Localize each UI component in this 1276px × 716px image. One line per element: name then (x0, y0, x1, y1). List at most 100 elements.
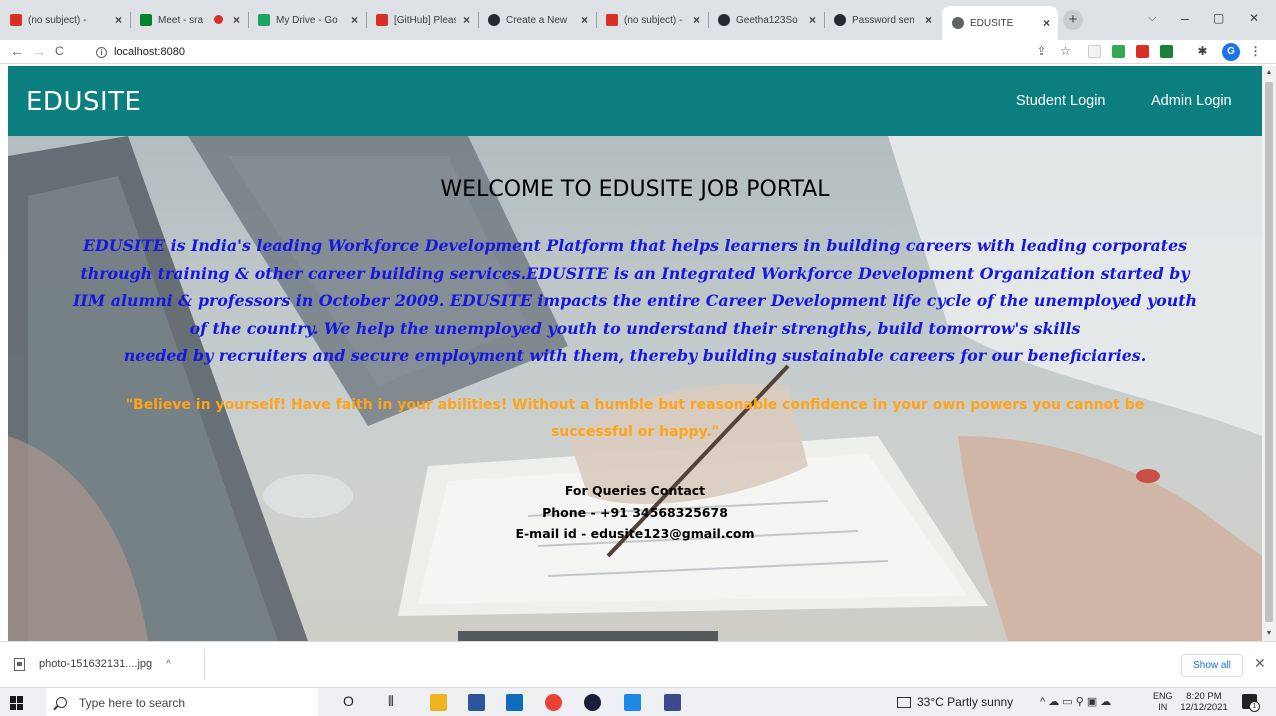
file-explorer-icon[interactable] (430, 694, 447, 711)
maximize-button[interactable]: ▢ (1213, 11, 1224, 25)
windows-taskbar: Type here to search O ⫴ 33°C Partly sunn… (0, 687, 1276, 716)
gmail-icon (10, 14, 22, 26)
about-line: of the country. We help the unemployed y… (189, 318, 1081, 338)
chrome-icon[interactable] (545, 694, 562, 711)
bookmark-star-icon[interactable]: ☆ (1058, 44, 1073, 59)
student-login-link[interactable]: Student Login (1016, 93, 1106, 109)
close-icon[interactable]: × (233, 13, 240, 27)
close-icon[interactable]: × (581, 13, 588, 27)
language-code: ENG (1153, 691, 1173, 701)
page-scrollbar[interactable]: ▲ ▼ (1262, 66, 1276, 641)
region-code: IN (1158, 702, 1168, 712)
browser-tab-5[interactable]: Create a New × (478, 8, 596, 32)
reload-button[interactable]: C (55, 44, 64, 58)
browser-tab-8[interactable]: Password sent × (824, 8, 940, 32)
gmail-icon (606, 14, 618, 26)
new-tab-button[interactable]: + (1063, 10, 1083, 30)
task-view-icon[interactable]: ⫴ (388, 693, 394, 710)
show-all-button[interactable]: Show all (1181, 654, 1243, 677)
browser-tab-2[interactable]: Meet - sra × (130, 8, 248, 32)
scroll-thumb[interactable] (1265, 82, 1273, 622)
browser-tab-active[interactable]: EDUSITE × (942, 6, 1058, 40)
menu-icon[interactable]: ⋮ (1248, 44, 1263, 59)
download-bar: photo-151632131....jpg ^ Show all ✕ (0, 641, 1276, 687)
app-icon[interactable] (584, 694, 601, 711)
office-desk-background-image (8, 136, 1262, 641)
admin-login-link[interactable]: Admin Login (1151, 93, 1232, 109)
share-icon[interactable]: ⇪ (1034, 44, 1049, 59)
language-indicator[interactable]: ENG IN (1153, 691, 1173, 713)
browser-tab-3[interactable]: My Drive - Go × (248, 8, 366, 32)
gmail-icon (376, 14, 388, 26)
download-item[interactable]: photo-151632131....jpg ^ (14, 652, 171, 676)
scroll-down-icon[interactable]: ▼ (1262, 627, 1276, 641)
motivational-quote: "Believe in yourself! Have faith in your… (8, 392, 1262, 446)
contact-email: E-mail id - edusite123@gmail.com (515, 526, 755, 541)
notification-badge: 1 (1249, 701, 1260, 712)
about-paragraph: EDUSITE is India's leading Workforce Dev… (8, 232, 1262, 370)
meet-icon (140, 14, 152, 26)
close-icon[interactable]: × (351, 13, 358, 27)
download-file-name[interactable]: photo-151632131....jpg (39, 658, 152, 670)
site-navbar: EDUSITE Student Login Admin Login (8, 66, 1262, 136)
browser-tab-6[interactable]: (no subject) - × (596, 8, 708, 32)
contact-block: For Queries Contact Phone - +91 34568325… (8, 480, 1262, 545)
taskbar-search-box[interactable]: Type here to search (46, 688, 318, 716)
store-icon[interactable] (468, 694, 485, 711)
browser-tab-7[interactable]: Geetha123Son × (708, 8, 824, 32)
contact-phone: Phone - +91 34568325678 (542, 504, 728, 520)
github-icon (718, 14, 730, 26)
tab-title: Geetha123Son (736, 14, 798, 26)
close-icon[interactable]: × (1043, 16, 1050, 30)
tab-title: Meet - sra (158, 14, 204, 26)
search-placeholder: Type here to search (79, 695, 186, 710)
close-icon[interactable]: × (115, 13, 122, 27)
globe-icon (952, 17, 964, 29)
forward-button[interactable]: → (32, 43, 46, 59)
scroll-up-icon[interactable]: ▲ (1262, 66, 1276, 80)
window-close-button[interactable]: ✕ (1249, 11, 1259, 25)
cortana-icon[interactable]: O (343, 693, 354, 709)
close-icon[interactable]: × (925, 13, 932, 27)
close-icon[interactable]: ✕ (1254, 655, 1266, 672)
about-line: IIM alumni & professors in October 2009.… (73, 291, 1197, 310)
tab-title: Create a New (506, 14, 568, 26)
windows-start-icon[interactable] (10, 696, 24, 710)
minimize-button[interactable]: – (1181, 10, 1189, 26)
close-icon[interactable]: × (463, 13, 470, 27)
drive-icon (258, 14, 270, 26)
photos-icon[interactable] (624, 694, 641, 711)
quote-line: successful or happy." (550, 424, 720, 440)
site-brand[interactable]: EDUSITE (26, 87, 141, 117)
quote-line: "Believe in yourself! Have faith in your… (125, 397, 1145, 413)
hero-section: WELCOME TO EDUSITE JOB PORTAL EDUSITE is… (8, 136, 1262, 641)
clock-date: 12/12/2021 (1180, 702, 1228, 713)
app-icon[interactable] (664, 694, 681, 711)
back-button[interactable]: ← (10, 43, 24, 59)
url-text[interactable]: localhost:8080 (114, 46, 185, 58)
browser-tab-strip: (no subject) - × Meet - sra × My Drive -… (0, 0, 1276, 40)
close-icon[interactable]: × (809, 13, 816, 27)
address-bar[interactable]: i localhost:8080 (96, 42, 185, 62)
welcome-heading: WELCOME TO EDUSITE JOB PORTAL (440, 177, 830, 202)
browser-tab-4[interactable]: [GitHub] Pleas × (366, 8, 478, 32)
taskbar-clock[interactable]: 8:20 PM 12/12/2021 (1177, 691, 1231, 713)
tab-search-icon[interactable]: ⌵ (1148, 12, 1156, 25)
info-icon[interactable]: i (96, 46, 107, 58)
puzzle-icon[interactable]: ✱ (1195, 44, 1210, 59)
extension-icon[interactable] (1112, 45, 1125, 58)
mail-icon[interactable] (506, 694, 523, 711)
extension-icon[interactable] (1088, 45, 1101, 58)
extension-icon[interactable] (1160, 45, 1173, 58)
weather-widget[interactable]: 33°C Partly sunny (897, 695, 1013, 709)
close-icon[interactable]: × (693, 13, 700, 27)
github-icon (834, 14, 846, 26)
browser-tab-1[interactable]: (no subject) - × (0, 8, 130, 32)
system-tray-icons[interactable]: ^ ☁ ▭ ⚲ ▣ ☁ (1040, 695, 1111, 708)
chevron-up-icon[interactable]: ^ (166, 659, 171, 670)
about-line: through training & other career building… (80, 263, 1190, 283)
extension-icon[interactable] (1136, 45, 1149, 58)
about-line: EDUSITE is India's leading Workforce Dev… (82, 236, 1188, 255)
avatar[interactable]: G (1222, 43, 1240, 61)
github-icon (488, 14, 500, 26)
